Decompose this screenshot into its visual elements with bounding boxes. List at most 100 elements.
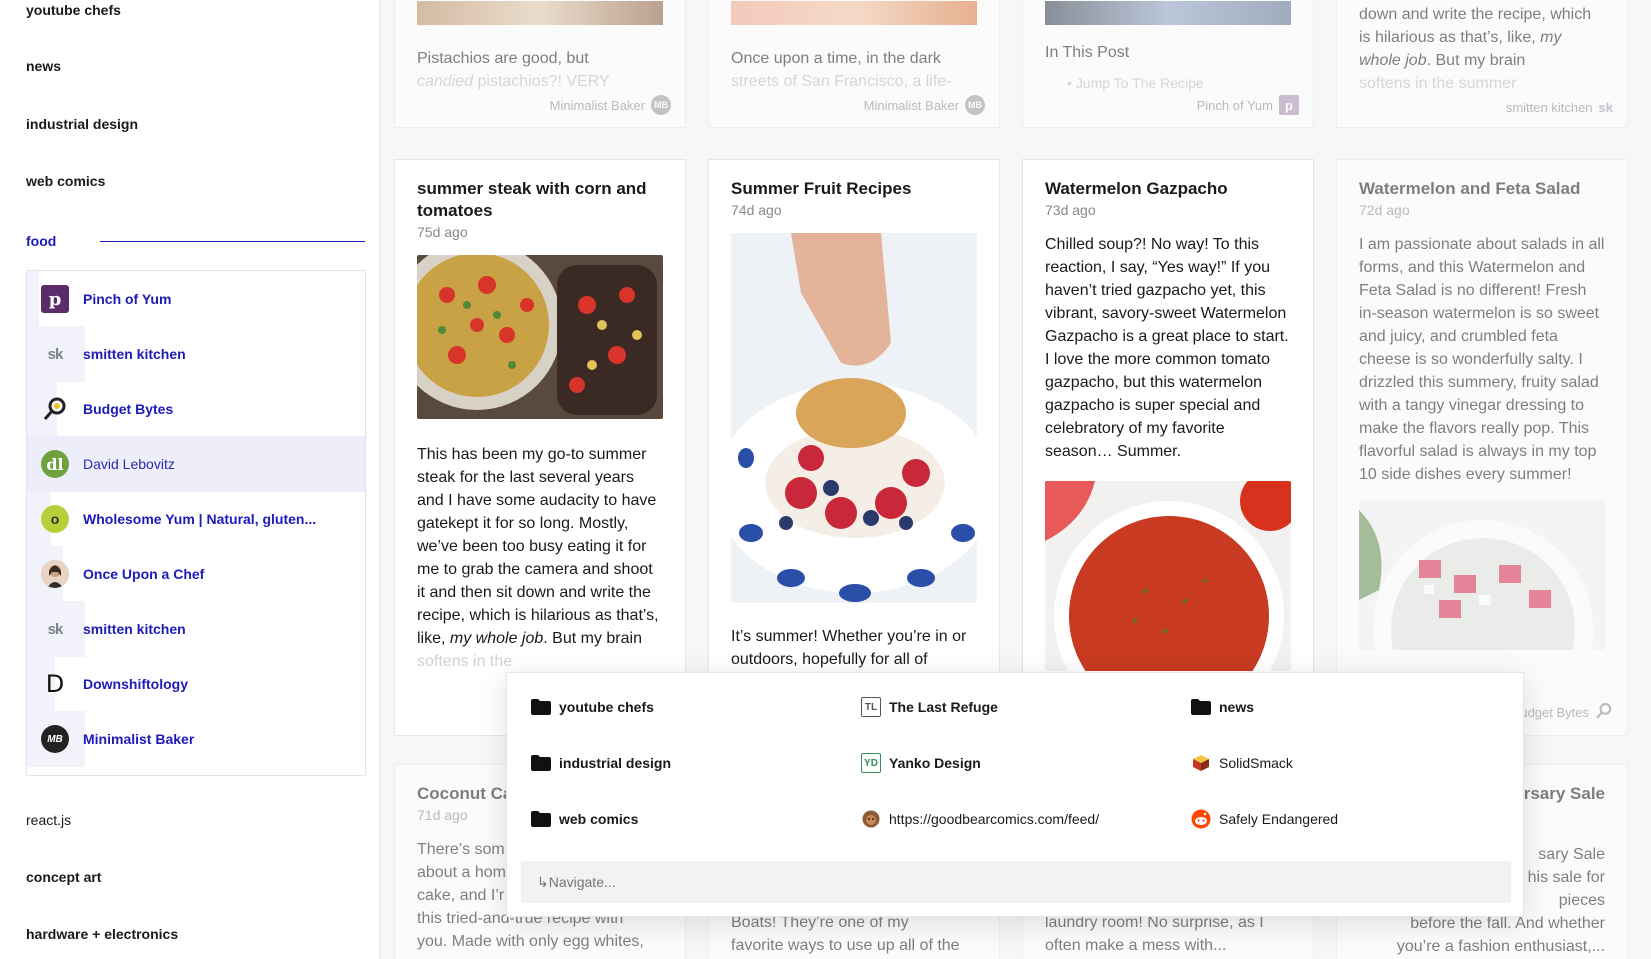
palette-item-label: SolidSmack: [1219, 755, 1293, 771]
article-source[interactable]: Pinch of Yum p: [1197, 95, 1299, 115]
sidebar-feed-budget-bytes[interactable]: Budget Bytes: [27, 381, 365, 437]
article-card[interactable]: Watermelon Gazpacho 73d ago Chilled soup…: [1022, 159, 1314, 736]
article-card[interactable]: summer steak with corn and tomatoes 75d …: [394, 159, 686, 736]
article-title[interactable]: Watermelon and Feta Salad: [1337, 178, 1627, 200]
sidebar-folder-youtube-chefs[interactable]: youtube chefs: [26, 2, 121, 18]
palette-item-label: web comics: [559, 811, 639, 827]
palette-item-goodbearcomics[interactable]: https://goodbearcomics.com/feed/: [861, 809, 1099, 829]
article-age: 72d ago: [1359, 202, 1410, 218]
palette-item-label: youtube chefs: [559, 699, 654, 715]
tl-icon: TL: [861, 697, 881, 717]
sidebar-feed-once-upon-a-chef[interactable]: Once Upon a Chef: [27, 546, 365, 602]
sidebar-feed-label: smitten kitchen: [83, 621, 186, 637]
palette-item-label: news: [1219, 699, 1255, 715]
article-excerpt-faded: candied pistachios?! VERY: [395, 70, 685, 93]
palette-item-the-last-refuge[interactable]: TL The Last Refuge: [861, 697, 998, 717]
sidebar-feed-label: Downshiftology: [83, 676, 188, 692]
sidebar-feed-wholesome-yum[interactable]: o Wholesome Yum | Natural, gluten...: [27, 491, 365, 547]
article-excerpt-faded: • Jump To The Recipe: [1067, 75, 1204, 91]
navigate-input[interactable]: [521, 861, 1511, 903]
palette-item-news[interactable]: news: [1191, 697, 1254, 717]
sidebar-feed-label: Wholesome Yum | Natural, gluten...: [83, 511, 317, 527]
minimalist-baker-icon: MB: [651, 95, 671, 115]
article-card-top-1[interactable]: Pistachios are good, but candied pistach…: [394, 0, 686, 128]
article-source[interactable]: Minimalist Baker MB: [550, 95, 671, 115]
smitten-kitchen-icon: sk: [1598, 100, 1613, 115]
article-card-top-2[interactable]: Once upon a time, in the dark streets of…: [708, 0, 1000, 128]
sidebar: youtube chefs news industrial design web…: [0, 0, 380, 959]
sidebar-folder-news[interactable]: news: [26, 58, 61, 74]
article-excerpt: Pistachios are good, but: [417, 50, 589, 67]
budget-bytes-icon: [41, 395, 69, 423]
article-title[interactable]: Summer Fruit Recipes: [709, 178, 999, 200]
palette-item-yanko-design[interactable]: YD Yanko Design: [861, 753, 981, 773]
sidebar-feed-smitten-kitchen[interactable]: sk smitten kitchen: [27, 326, 365, 382]
cube-icon: [1191, 753, 1211, 773]
article-card[interactable]: Summer Fruit Recipes 74d ago It’s summer…: [708, 159, 1000, 736]
pinch-of-yum-icon: p: [1279, 95, 1299, 115]
palette-item-label: Yanko Design: [889, 755, 981, 771]
article-image: [731, 1, 977, 25]
sidebar-feed-downshiftology[interactable]: D Downshiftology: [27, 656, 365, 712]
article-source[interactable]: smitten kitchen sk: [1506, 100, 1613, 115]
smitten-kitchen-icon: sk: [47, 620, 64, 638]
article-excerpt: Boats! They’re one of my favorite ways t…: [731, 914, 960, 954]
article-card-top-3[interactable]: In This Post • Jump To The Recipe Pinch …: [1022, 0, 1314, 128]
palette-item-industrial-design[interactable]: industrial design: [531, 753, 671, 773]
downshiftology-icon: D: [45, 670, 65, 698]
minimalist-baker-icon: MB: [41, 725, 69, 753]
article-title[interactable]: summer steak with corn and tomatoes: [395, 178, 685, 222]
sidebar-folder-react-js[interactable]: react.js: [26, 812, 71, 828]
article-excerpt-faded: streets of San Francisco, a life-: [731, 73, 952, 90]
article-excerpt-faded: softens in the summer: [1359, 75, 1517, 92]
article-excerpt: It’s summer! Whether you’re in or outdoo…: [731, 628, 967, 668]
sidebar-folder-concept-art[interactable]: concept art: [26, 869, 101, 885]
palette-item-solidsmack[interactable]: SolidSmack: [1191, 753, 1293, 773]
sidebar-folder-food[interactable]: food: [26, 233, 56, 249]
minimalist-baker-icon: MB: [965, 95, 985, 115]
article-image: [417, 255, 663, 419]
sidebar-folder-web-comics[interactable]: web comics: [26, 173, 105, 189]
david-lebovitz-icon: dl: [41, 450, 69, 478]
palette-item-web-comics[interactable]: web comics: [531, 809, 638, 829]
palette-item-label: https://goodbearcomics.com/feed/: [889, 811, 1100, 827]
article-excerpt: laundry room! No surprise, as I often ma…: [1045, 914, 1264, 954]
yd-icon: YD: [861, 753, 881, 773]
article-card-top-4[interactable]: down and write the recipe, which is hila…: [1336, 0, 1628, 128]
palette-item-safely-endangered[interactable]: Safely Endangered: [1191, 809, 1338, 829]
article-excerpt-italic: my whole job: [449, 630, 544, 647]
sidebar-feed-pinch-of-yum[interactable]: p Pinch of Yum: [27, 271, 365, 327]
folder-icon: [531, 809, 551, 829]
article-source-label: smitten kitchen: [1505, 100, 1593, 115]
sidebar-folder-hardware-electronics[interactable]: hardware + electronics: [26, 926, 178, 942]
article-excerpt: down and write the recipe, which is hila…: [1337, 3, 1627, 72]
sidebar-folder-industrial-design[interactable]: industrial design: [26, 116, 138, 132]
article-age: 75d ago: [417, 224, 468, 240]
bear-icon: [861, 809, 881, 829]
sidebar-feed-label: David Lebovitz: [83, 456, 175, 472]
sidebar-feed-label: smitten kitchen: [83, 346, 186, 362]
article-excerpt: I am passionate about salads in all form…: [1359, 236, 1605, 483]
sidebar-feed-smitten-kitchen-2[interactable]: sk smitten kitchen: [27, 601, 365, 657]
sidebar-feed-label: Pinch of Yum: [83, 291, 172, 307]
sidebar-feed-label: Minimalist Baker: [83, 731, 195, 747]
article-excerpt: Once upon a time, in the dark: [731, 50, 941, 67]
article-age: 74d ago: [731, 202, 782, 218]
sidebar-feed-david-lebovitz[interactable]: dl David Lebovitz: [27, 436, 365, 492]
palette-item-youtube-chefs[interactable]: youtube chefs: [531, 697, 654, 717]
article-source[interactable]: Budget Bytes: [1512, 702, 1613, 723]
feed-list: p Pinch of Yum sk smitten kitchen Budget…: [26, 270, 366, 776]
article-excerpt: This has been my go-to summer steak for …: [395, 443, 685, 650]
sidebar-feed-minimalist-baker[interactable]: MB Minimalist Baker: [27, 711, 365, 767]
palette-item-label: The Last Refuge: [889, 699, 998, 715]
active-folder-underline: [100, 241, 365, 242]
palette-item-label: Safely Endangered: [1219, 811, 1339, 827]
article-source[interactable]: Minimalist Baker MB: [864, 95, 985, 115]
article-title[interactable]: Watermelon Gazpacho: [1023, 178, 1313, 200]
article-image: [1045, 1, 1291, 25]
smitten-kitchen-icon: sk: [47, 345, 64, 363]
folder-icon: [531, 697, 551, 717]
article-image: [417, 1, 663, 25]
article-card[interactable]: Watermelon and Feta Salad 72d ago I am p…: [1336, 159, 1628, 736]
command-palette: youtube chefs TL The Last Refuge news in…: [506, 672, 1524, 917]
